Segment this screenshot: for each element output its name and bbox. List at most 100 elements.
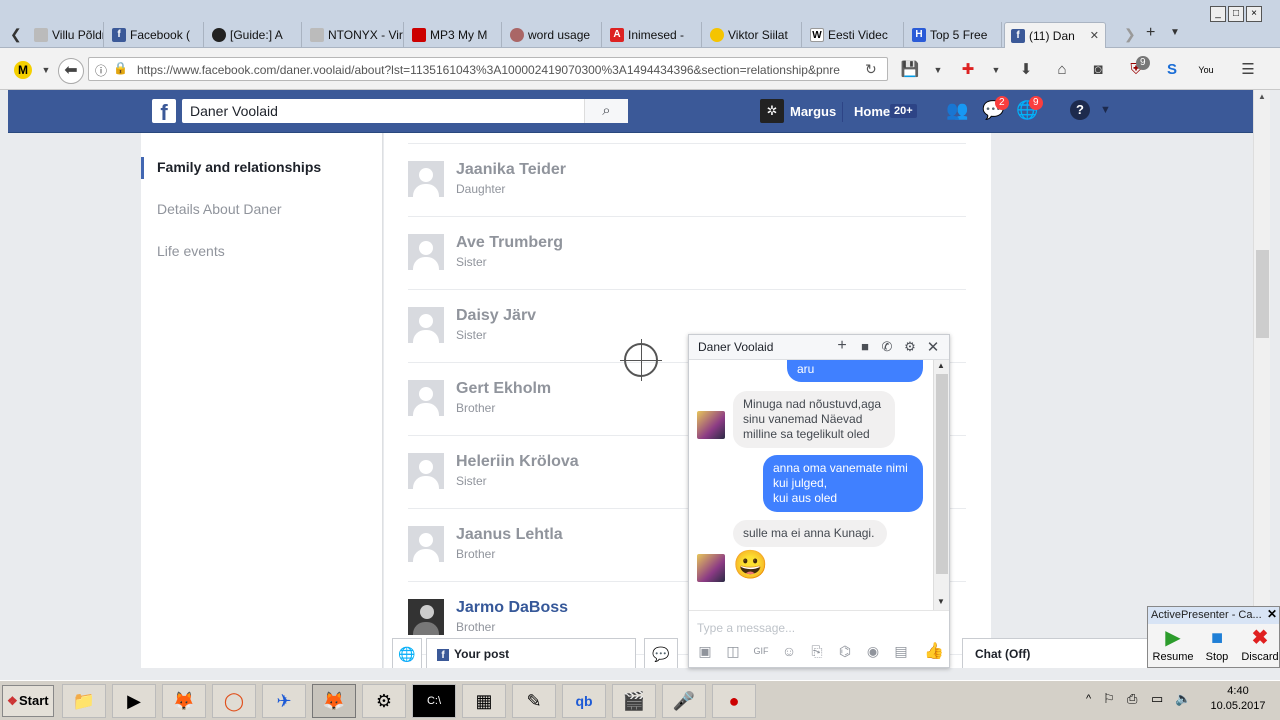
start-button[interactable]: ❖ Start [2, 685, 54, 717]
add-people-icon[interactable]: + [834, 337, 850, 355]
avatar[interactable] [408, 161, 444, 197]
addon-menu-icon[interactable]: ▼ [36, 60, 56, 80]
discard-button[interactable]: ✖ Discard [1238, 625, 1280, 667]
search-icon[interactable]: ⌕ [584, 99, 628, 123]
home-link[interactable]: Home [854, 104, 890, 119]
notepad-icon[interactable]: ✎ [512, 684, 556, 718]
url-bar[interactable]: ⓘ 🔒 https://www.facebook.com/daner.voola… [88, 57, 888, 81]
family-member-name[interactable]: Gert Ekholm [456, 380, 551, 398]
nav-life-events[interactable]: Life events [157, 243, 225, 259]
avatar[interactable] [408, 380, 444, 416]
maximize-button[interactable]: □ [1228, 6, 1244, 22]
save-icon[interactable]: 💾 [900, 60, 920, 80]
microphone-icon[interactable]: 🎤 [662, 684, 706, 718]
close-chat-icon[interactable]: ✕ [925, 338, 941, 356]
avatar[interactable] [408, 307, 444, 343]
minimize-button[interactable]: _ [1210, 6, 1226, 22]
family-member-name[interactable]: Jarmo DaBoss [456, 599, 568, 617]
save-menu-icon[interactable]: ▼ [928, 60, 948, 80]
browser-tab[interactable]: MP3 My M [406, 22, 502, 48]
browser-tab[interactable]: NTONYX - Virtu [304, 22, 404, 48]
scroll-up-icon[interactable]: ▲ [1258, 92, 1266, 101]
youtube-icon[interactable]: You [1196, 60, 1216, 80]
settings-gear-icon[interactable]: ⚙ [902, 339, 918, 355]
info-icon[interactable]: ⓘ [95, 62, 107, 79]
close-tab-icon[interactable]: ✕ [1090, 29, 1099, 42]
network-icon[interactable]: ▭ [1151, 691, 1163, 707]
family-member-name[interactable]: Ave Trumberg [456, 234, 563, 252]
tab-list-icon[interactable]: ▼ [1170, 27, 1180, 38]
profile-name-link[interactable]: Margus [790, 104, 836, 119]
chat-scroll-down-icon[interactable]: ▼ [937, 597, 945, 606]
media-player-icon[interactable]: ▶ [112, 684, 156, 718]
home-icon[interactable]: ⌂ [1052, 60, 1072, 80]
help-icon[interactable]: ? [1070, 100, 1090, 120]
pocket-icon[interactable]: ◙ [1088, 60, 1108, 80]
network-tool-icon[interactable]: ⚙ [362, 684, 406, 718]
browser-tab[interactable]: [Guide:] A [206, 22, 302, 48]
browser-tab[interactable]: H Top 5 Free [906, 22, 1002, 48]
usb-icon[interactable]: ⎙ [1127, 691, 1137, 707]
facebook-logo-icon[interactable]: f [152, 99, 176, 125]
your-post-box[interactable]: f Your post [426, 638, 636, 668]
chat-scrollbar-thumb[interactable] [936, 374, 948, 574]
browser-tab[interactable]: word usage [504, 22, 602, 48]
search-input[interactable] [182, 99, 582, 123]
new-tab-icon[interactable]: + [1146, 24, 1155, 42]
nav-details-about[interactable]: Details About Daner [157, 201, 282, 217]
phone-call-icon[interactable]: ✆ [879, 339, 895, 355]
stop-button[interactable]: ■ Stop [1195, 625, 1239, 667]
command-prompt-icon[interactable]: C:\ [412, 684, 456, 718]
addon-m-icon[interactable]: M [14, 61, 32, 79]
tab-scroll-right-icon[interactable]: ❯ [1124, 26, 1136, 43]
page-scrollbar[interactable]: ▲ [1253, 90, 1270, 668]
family-member-name[interactable]: Daisy Järv [456, 307, 536, 325]
browser-tab[interactable]: Viktor Siilat [704, 22, 802, 48]
video-call-icon[interactable]: ■ [857, 339, 873, 354]
hamburger-menu-icon[interactable]: ☰ [1238, 60, 1258, 80]
browser-tab[interactable]: Villu Põldm [28, 22, 104, 48]
video-editor-icon[interactable]: 🎬 [612, 684, 656, 718]
chat-status-button[interactable]: Chat (Off) [962, 638, 1148, 668]
addon-cross-menu-icon[interactable]: ▼ [986, 60, 1006, 80]
url-text[interactable]: https://www.facebook.com/daner.voolaid/a… [137, 63, 857, 77]
system-clock[interactable]: 4:40 10.05.2017 [1200, 684, 1276, 714]
nav-family-relationships[interactable]: Family and relationships [157, 159, 321, 175]
browser-tab[interactable]: A Inimesed - [604, 22, 702, 48]
resume-button[interactable]: ▶ Resume [1151, 625, 1195, 667]
account-menu-icon[interactable]: ▼ [1100, 104, 1111, 116]
tray-expand-icon[interactable]: ^ [1086, 693, 1091, 705]
avast-icon[interactable]: ◯ [212, 684, 256, 718]
chat-scrollbar[interactable]: ▲ ▼ [933, 360, 949, 610]
download-icon[interactable]: ⬇ [1016, 60, 1036, 80]
browser-tab[interactable]: f (11) Dan ✕ [1004, 22, 1106, 48]
avatar[interactable] [408, 526, 444, 562]
avatar[interactable] [408, 599, 444, 635]
scrollbar-thumb[interactable] [1256, 250, 1269, 338]
chat-scroll-up-icon[interactable]: ▲ [937, 361, 945, 370]
action-center-flag-icon[interactable]: ⚐ [1103, 691, 1115, 707]
recorder-icon[interactable]: ● [712, 684, 756, 718]
back-button[interactable]: ⬅ [58, 58, 84, 84]
calculator-icon[interactable]: ▦ [462, 684, 506, 718]
firefox-icon[interactable]: 🦊 [162, 684, 206, 718]
close-window-button[interactable]: × [1246, 6, 1262, 22]
firefox-active-icon[interactable]: 🦊 [312, 684, 356, 718]
avatar[interactable] [408, 234, 444, 270]
chat-message-input[interactable]: Type a message... [697, 621, 795, 635]
browser-tab[interactable]: W Eesti Videc [804, 22, 904, 48]
avatar[interactable] [408, 453, 444, 489]
addon-s-icon[interactable]: S [1162, 60, 1182, 80]
activepresenter-close-icon[interactable]: ✕ [1267, 607, 1277, 621]
family-member-name[interactable]: Heleriin Krölova [456, 453, 579, 471]
family-member-name[interactable]: Jaanus Lehtla [456, 526, 563, 544]
messages-dock-icon[interactable]: 💬 [644, 638, 678, 668]
volume-icon[interactable]: 🔈 [1175, 691, 1191, 707]
file-explorer-icon[interactable]: 📁 [62, 684, 106, 718]
avatar[interactable]: ✲ [760, 99, 784, 123]
thunderbird-icon[interactable]: ✈ [262, 684, 306, 718]
browser-tab[interactable]: f Facebook ( [106, 22, 204, 48]
qbittorrent-icon[interactable]: qb [562, 684, 606, 718]
reload-icon[interactable]: ↻ [865, 61, 877, 78]
chat-header[interactable]: Daner Voolaid + ■ ✆ ⚙ ✕ [689, 335, 949, 360]
